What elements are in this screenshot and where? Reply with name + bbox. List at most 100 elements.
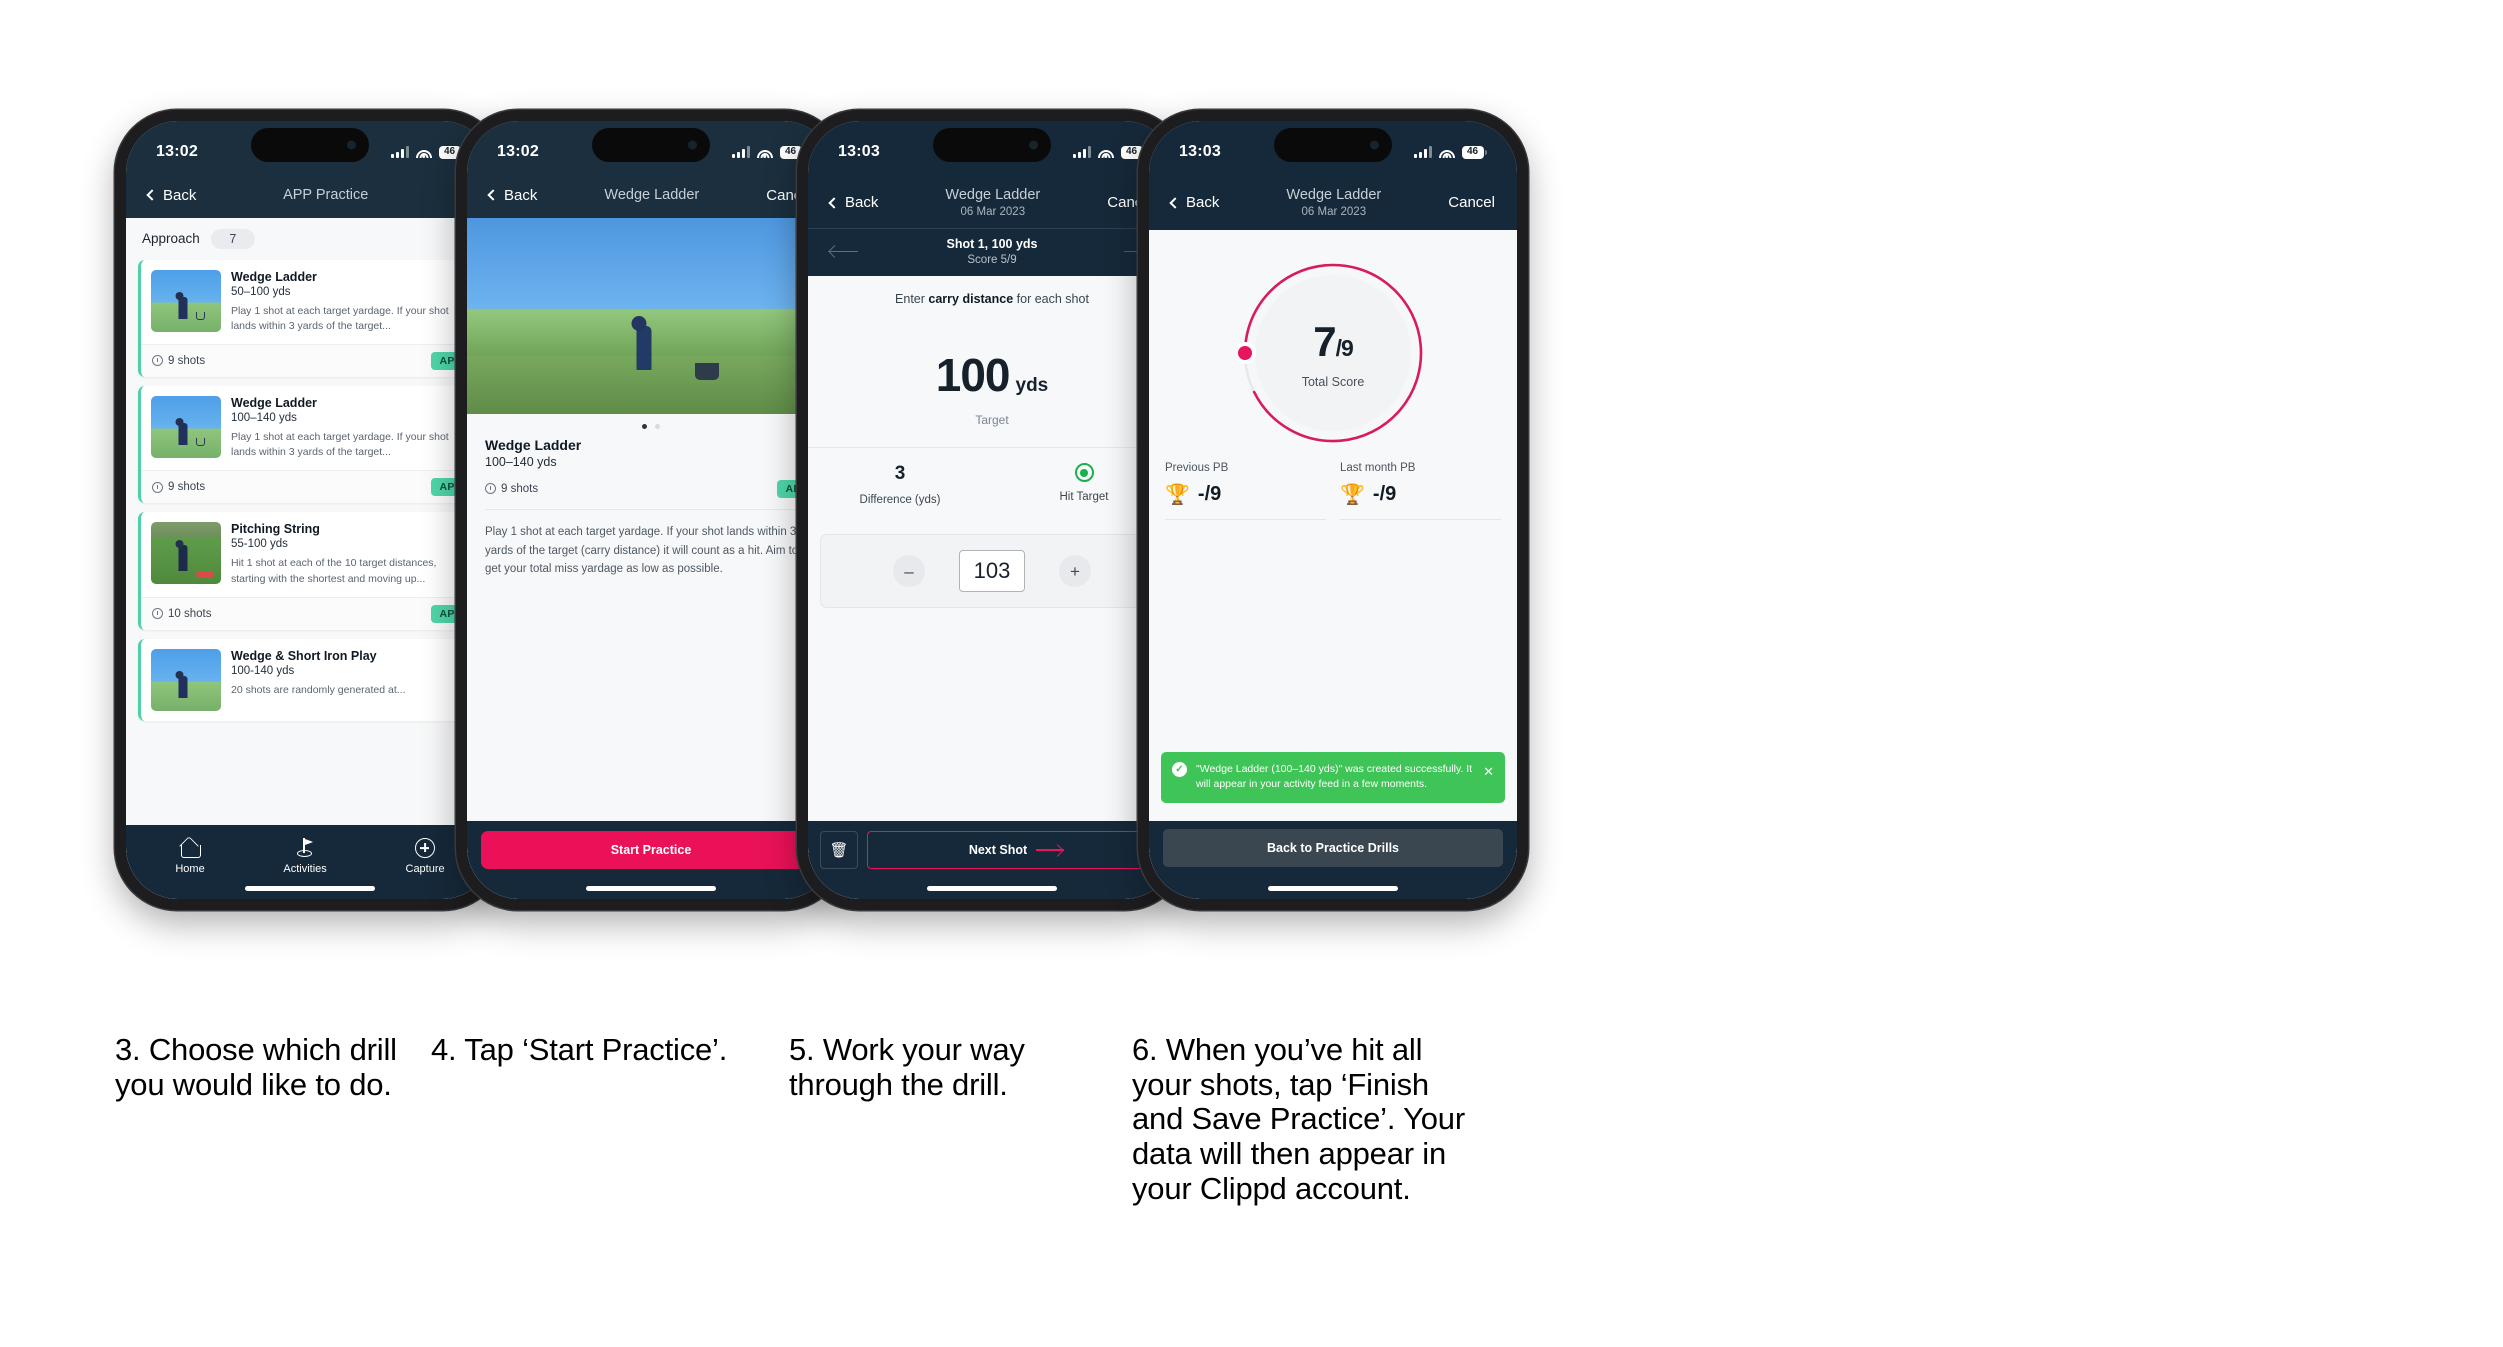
cellular-icon — [1072, 146, 1091, 158]
difference-block: 3 Difference (yds) — [808, 448, 992, 512]
prompt-pre: Enter — [895, 292, 929, 307]
drill-description: Hit 1 shot at each of the 10 target dist… — [231, 557, 437, 585]
decrement-button[interactable]: – — [893, 555, 925, 588]
shot-count-label: 9 shots — [501, 482, 539, 495]
drill-title: Wedge & Short Iron Play — [231, 648, 377, 663]
next-shot-label: Next Shot — [968, 843, 1028, 857]
clock-icon — [485, 483, 496, 495]
drill-title: Pitching String — [231, 522, 320, 537]
screen-2: 13:02 46 Back Wedge Ladder Cancel Wedge … — [467, 121, 835, 899]
drill-thumbnail — [151, 269, 221, 332]
dynamic-island — [251, 128, 369, 162]
phone-3-shot-entry: 13:03 46 Back Wedge Ladder 06 Mar 2023 C… — [797, 110, 1187, 910]
drill-card[interactable]: Wedge Ladder 50–100 yds ☆ Play 1 shot at… — [138, 259, 482, 377]
cancel-button[interactable]: Cancel — [1448, 194, 1495, 211]
drill-card[interactable]: Pitching String 55-100 yds ☆ Hit 1 shot … — [138, 512, 482, 630]
back-button[interactable]: Back — [828, 194, 878, 211]
previous-pb: Previous PB 🏆 -/9 — [1165, 462, 1326, 521]
success-toast: ✓ "Wedge Ladder (100–140 yds)" was creat… — [1161, 751, 1505, 803]
drill-card[interactable]: Wedge & Short Iron Play 100-140 yds ☆ 20… — [138, 638, 482, 721]
tutorial-sheet: 13:02 46 Back APP Practice Approach 7 We… — [0, 0, 2503, 1347]
back-button[interactable]: Back — [146, 186, 197, 204]
drill-summary: Wedge Ladder 100–140 yds ☆ 9 shots APP — [467, 435, 835, 510]
previous-pb-value: -/9 — [1197, 483, 1222, 506]
chevron-left-icon — [828, 196, 840, 209]
drill-thumbnail — [151, 648, 221, 711]
shot-count: 9 shots — [152, 355, 205, 367]
shot-count: 9 shots — [485, 483, 538, 495]
target-unit: yds — [1015, 375, 1049, 397]
score-label: 7/9 Total Score — [1238, 258, 1428, 448]
page-title-text: Wedge Ladder — [1286, 187, 1382, 203]
target-caption: Target — [975, 413, 1009, 428]
battery-level: 46 — [1461, 145, 1484, 159]
battery-icon: 46 — [1461, 145, 1487, 159]
nav-bar-1: Back APP Practice — [126, 177, 494, 218]
target-readout: 100 yds Target — [808, 348, 1176, 427]
filter-row[interactable]: Approach 7 — [126, 217, 494, 260]
back-label: Back — [1186, 194, 1220, 212]
next-shot-button[interactable]: Next Shot — [867, 831, 1164, 869]
screen-4: 13:03 46 Back Wedge Ladder 06 Mar 2023 C… — [1149, 121, 1517, 899]
carry-distance-input[interactable]: 103 — [959, 550, 1025, 593]
drill-title: Wedge Ladder — [485, 436, 582, 453]
drill-description: 20 shots are randomly generated at... — [231, 683, 406, 696]
cellular-icon — [390, 146, 409, 158]
close-icon[interactable]: ✕ — [1483, 762, 1494, 794]
status-time: 13:03 — [1179, 143, 1221, 160]
phone-4-summary: 13:03 46 Back Wedge Ladder 06 Mar 2023 C… — [1138, 110, 1528, 910]
personal-best-row: Previous PB 🏆 -/9 Last month PB 🏆 -/9 — [1149, 448, 1517, 521]
clock-icon — [152, 608, 163, 620]
status-indicators: 46 — [1072, 145, 1146, 159]
chevron-left-icon — [146, 189, 158, 201]
drill-card[interactable]: Wedge Ladder 100–140 yds ☆ Play 1 shot a… — [138, 385, 482, 504]
trash-icon[interactable]: 🗑 — [820, 831, 858, 869]
caption-step-5: 5. Work your way through the drill. — [789, 1032, 1025, 1102]
caption-step-6: 6. When you’ve hit all your shots, tap ‘… — [1132, 1032, 1465, 1206]
shot-title: Shot 1, 100 yds — [946, 237, 1038, 252]
drill-range: 100-140 yds — [231, 664, 295, 677]
last-month-pb-value: -/9 — [1372, 483, 1397, 506]
page-title: Wedge Ladder 06 Mar 2023 — [945, 186, 1040, 219]
dynamic-island — [933, 128, 1051, 162]
tab-home-label: Home — [175, 863, 205, 875]
dynamic-island — [592, 128, 710, 162]
drill-range: 55-100 yds — [231, 538, 288, 551]
page-title-date: 06 Mar 2023 — [960, 205, 1026, 218]
drill-title: Wedge Ladder — [231, 269, 317, 284]
page-title-text: Wedge Ladder — [945, 187, 1041, 203]
shot-navigation-strip: Shot 1, 100 yds Score 5/9 — [808, 228, 1176, 277]
carousel-dots[interactable] — [467, 414, 835, 435]
drill-thumbnail — [151, 395, 221, 458]
arrow-right-icon — [1036, 843, 1065, 857]
bottom-tab-bar: Home Activities Capture — [126, 825, 494, 899]
plus-circle-icon — [415, 838, 436, 858]
back-to-practice-drills-button[interactable]: Back to Practice Drills — [1163, 829, 1503, 867]
previous-pb-label: Previous PB — [1165, 462, 1229, 475]
status-indicators: 46 — [731, 145, 805, 159]
last-month-pb: Last month PB 🏆 -/9 — [1340, 462, 1501, 521]
chevron-left-icon — [487, 189, 499, 201]
phone-1-drill-list: 13:02 46 Back APP Practice Approach 7 We… — [115, 110, 505, 910]
score-donut-wrap: 7/9 Total Score — [1149, 230, 1517, 448]
score-caption: Total Score — [1301, 374, 1365, 389]
tab-home[interactable]: Home — [175, 838, 205, 875]
shot-count-label: 9 shots — [168, 481, 206, 494]
home-indicator — [927, 886, 1057, 891]
tab-activities[interactable]: Activities — [283, 838, 327, 875]
status-time: 13:03 — [838, 143, 880, 160]
score-value: 7/9 — [1313, 317, 1354, 366]
status-indicators: 46 — [390, 145, 464, 159]
last-month-pb-label: Last month PB — [1340, 462, 1416, 475]
caption-step-3: 3. Choose which drill you would like to … — [115, 1032, 397, 1102]
back-button[interactable]: Back — [487, 187, 537, 204]
page-title-date: 06 Mar 2023 — [1301, 205, 1367, 218]
increment-button[interactable]: + — [1059, 555, 1091, 588]
cellular-icon — [731, 146, 750, 158]
previous-shot-arrow-icon[interactable] — [828, 245, 860, 259]
back-button[interactable]: Back — [1169, 194, 1220, 212]
score-numerator: 7 — [1313, 317, 1336, 365]
back-label: Back — [163, 186, 197, 204]
start-practice-button[interactable]: Start Practice — [481, 831, 821, 869]
tab-capture[interactable]: Capture — [406, 838, 445, 875]
